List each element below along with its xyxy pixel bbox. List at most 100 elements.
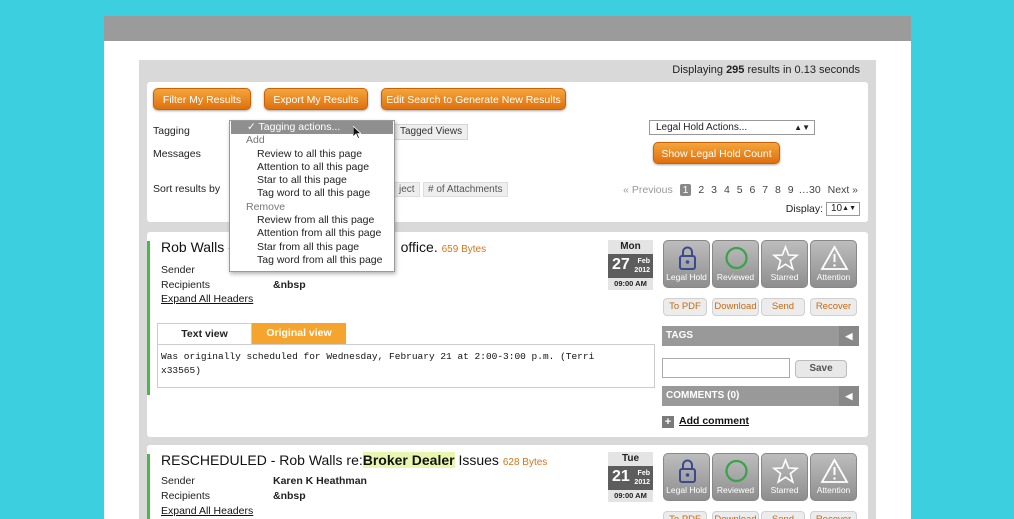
legal-hold-button[interactable]: Legal Hold bbox=[663, 240, 710, 288]
date-badge: Mon 27 Feb 2012 09:00 AM bbox=[608, 240, 653, 290]
legal-hold-button[interactable]: Legal Hold bbox=[663, 453, 710, 501]
top-bar bbox=[104, 16, 911, 41]
result-subject[interactable]: RESCHEDULED - Rob Walls re:Broker Dealer… bbox=[161, 452, 547, 468]
sender-label: Sender bbox=[161, 475, 195, 487]
send-button[interactable]: Send bbox=[761, 511, 805, 519]
filter-results-button[interactable]: Filter My Results bbox=[153, 88, 251, 110]
page-link[interactable]: 9 bbox=[788, 184, 794, 196]
next-page-link[interactable]: Next » bbox=[828, 184, 858, 196]
result-card: RESCHEDULED - Rob Walls re:Broker Dealer… bbox=[147, 445, 868, 519]
to-pdf-button[interactable]: To PDF bbox=[663, 511, 707, 519]
comments-header[interactable]: COMMENTS (0) ◀ bbox=[662, 386, 859, 406]
display-count: Display: 10 ▲▼ bbox=[786, 202, 860, 216]
tagging-option[interactable]: Attention to all this page bbox=[230, 161, 394, 174]
reviewed-label: Reviewed bbox=[716, 485, 755, 495]
page-link[interactable]: 8 bbox=[775, 184, 781, 196]
star-icon bbox=[771, 458, 800, 484]
expand-headers-link[interactable]: Expand All Headers bbox=[161, 293, 253, 305]
download-button[interactable]: Download bbox=[712, 511, 759, 519]
show-legal-hold-count-button[interactable]: Show Legal Hold Count bbox=[653, 142, 780, 164]
save-tag-button[interactable]: Save bbox=[795, 360, 847, 378]
tags-header[interactable]: TAGS ◀ bbox=[662, 326, 859, 346]
send-button[interactable]: Send bbox=[761, 298, 805, 316]
tag-input[interactable] bbox=[662, 358, 790, 378]
sort-subject-chip[interactable]: ject bbox=[394, 182, 420, 197]
date-badge: Tue 21 Feb 2012 09:00 AM bbox=[608, 452, 653, 502]
page-link[interactable]: 4 bbox=[724, 184, 730, 196]
tagging-option[interactable]: Review to all this page bbox=[230, 148, 394, 161]
date-time: 09:00 AM bbox=[608, 490, 653, 502]
tab-original-view[interactable]: Original view bbox=[252, 323, 346, 344]
page-link[interactable]: 5 bbox=[737, 184, 743, 196]
result-marker bbox=[147, 241, 150, 395]
reviewed-button[interactable]: Reviewed bbox=[712, 453, 759, 501]
collapse-arrow-icon[interactable]: ◀ bbox=[839, 386, 859, 406]
tagging-option[interactable]: Review from all this page bbox=[230, 214, 394, 227]
tagging-option[interactable]: Tag word from all this page bbox=[230, 254, 394, 267]
lock-icon bbox=[679, 246, 696, 270]
page-link[interactable]: 1 bbox=[679, 184, 692, 196]
collapse-arrow-icon[interactable]: ◀ bbox=[839, 326, 859, 346]
results-summary: Displaying 295 results in 0.13 seconds bbox=[672, 64, 860, 76]
legal-hold-select[interactable]: Legal Hold Actions... ▲▼ bbox=[649, 120, 815, 135]
starred-button[interactable]: Starred bbox=[761, 453, 808, 501]
tagging-option[interactable]: Tag word to all this page bbox=[230, 187, 394, 200]
export-results-button[interactable]: Export My Results bbox=[264, 88, 368, 110]
tagging-menu-selected[interactable]: ✓ Tagging actions... bbox=[231, 121, 393, 135]
messages-label: Messages bbox=[153, 148, 201, 160]
tagged-views-button[interactable]: Tagged Views bbox=[394, 124, 469, 140]
recipients-value: &nbsp bbox=[273, 279, 306, 291]
date-dow: Mon bbox=[608, 240, 653, 254]
date-year: 2012 bbox=[634, 479, 650, 486]
subject-text-end: Issues bbox=[458, 452, 499, 468]
tagging-actions-menu[interactable]: ✓ Tagging actions... Add Review to all t… bbox=[229, 120, 395, 272]
warning-icon bbox=[820, 245, 849, 270]
warning-icon bbox=[820, 458, 849, 483]
starred-label: Starred bbox=[770, 485, 799, 495]
pagination: « Previous 1 2 3 4 5 6 7 8 9 …30 Next » bbox=[619, 184, 858, 196]
page-link[interactable]: 2 bbox=[698, 184, 704, 196]
page-link-last[interactable]: 30 bbox=[809, 184, 821, 196]
add-comment-link[interactable]: + Add comment bbox=[662, 415, 749, 428]
attention-label: Attention bbox=[816, 485, 851, 495]
results-prefix: Displaying bbox=[672, 64, 723, 76]
sort-label: Sort results by bbox=[153, 183, 221, 195]
message-body: Was originally scheduled for Wednesday, … bbox=[157, 344, 655, 388]
date-month: Feb bbox=[637, 258, 650, 265]
page-link[interactable]: 6 bbox=[749, 184, 755, 196]
results-suffix: results in 0.13 seconds bbox=[747, 64, 860, 76]
sort-attachments-chip[interactable]: # of Attachments bbox=[423, 182, 508, 197]
download-button[interactable]: Download bbox=[712, 298, 759, 316]
subject-highlight: Broker Dealer bbox=[362, 452, 455, 468]
page-link[interactable]: 7 bbox=[762, 184, 768, 196]
legal-hold-label: Legal Hold bbox=[666, 272, 707, 282]
edit-search-button[interactable]: Edit Search to Generate New Results bbox=[381, 88, 566, 110]
comments-label: COMMENTS (0) bbox=[666, 390, 740, 401]
starred-button[interactable]: Starred bbox=[761, 240, 808, 288]
recover-button[interactable]: Recover bbox=[810, 298, 857, 316]
reviewed-circle-icon bbox=[725, 459, 748, 483]
tab-text-view[interactable]: Text view bbox=[157, 323, 252, 344]
tagging-selected-label: Tagging actions... bbox=[258, 121, 341, 133]
tagging-option[interactable]: Star from all this page bbox=[230, 241, 394, 254]
date-month-year: Feb 2012 bbox=[634, 469, 650, 487]
previous-page-link[interactable]: « Previous bbox=[623, 184, 673, 196]
to-pdf-button[interactable]: To PDF bbox=[663, 298, 707, 316]
subject-text-end: office. bbox=[400, 239, 438, 255]
recover-button[interactable]: Recover bbox=[810, 511, 857, 519]
sender-value: Karen K Heathman bbox=[273, 475, 367, 487]
expand-headers-link[interactable]: Expand All Headers bbox=[161, 505, 253, 517]
tagging-option[interactable]: Attention from all this page bbox=[230, 227, 394, 240]
attention-button[interactable]: Attention bbox=[810, 453, 857, 501]
date-year: 2012 bbox=[634, 267, 650, 274]
tagging-option[interactable]: Star to all this page bbox=[230, 174, 394, 187]
sender-label: Sender bbox=[161, 264, 195, 276]
display-count-select[interactable]: 10 ▲▼ bbox=[826, 202, 860, 216]
subject-text: RESCHEDULED - Rob Walls re: bbox=[161, 452, 363, 468]
message-size: 628 Bytes bbox=[502, 457, 548, 468]
recipients-value: &nbsp bbox=[273, 490, 306, 502]
date-dow: Tue bbox=[608, 452, 653, 466]
reviewed-button[interactable]: Reviewed bbox=[712, 240, 759, 288]
page-link[interactable]: 3 bbox=[711, 184, 717, 196]
attention-button[interactable]: Attention bbox=[810, 240, 857, 288]
